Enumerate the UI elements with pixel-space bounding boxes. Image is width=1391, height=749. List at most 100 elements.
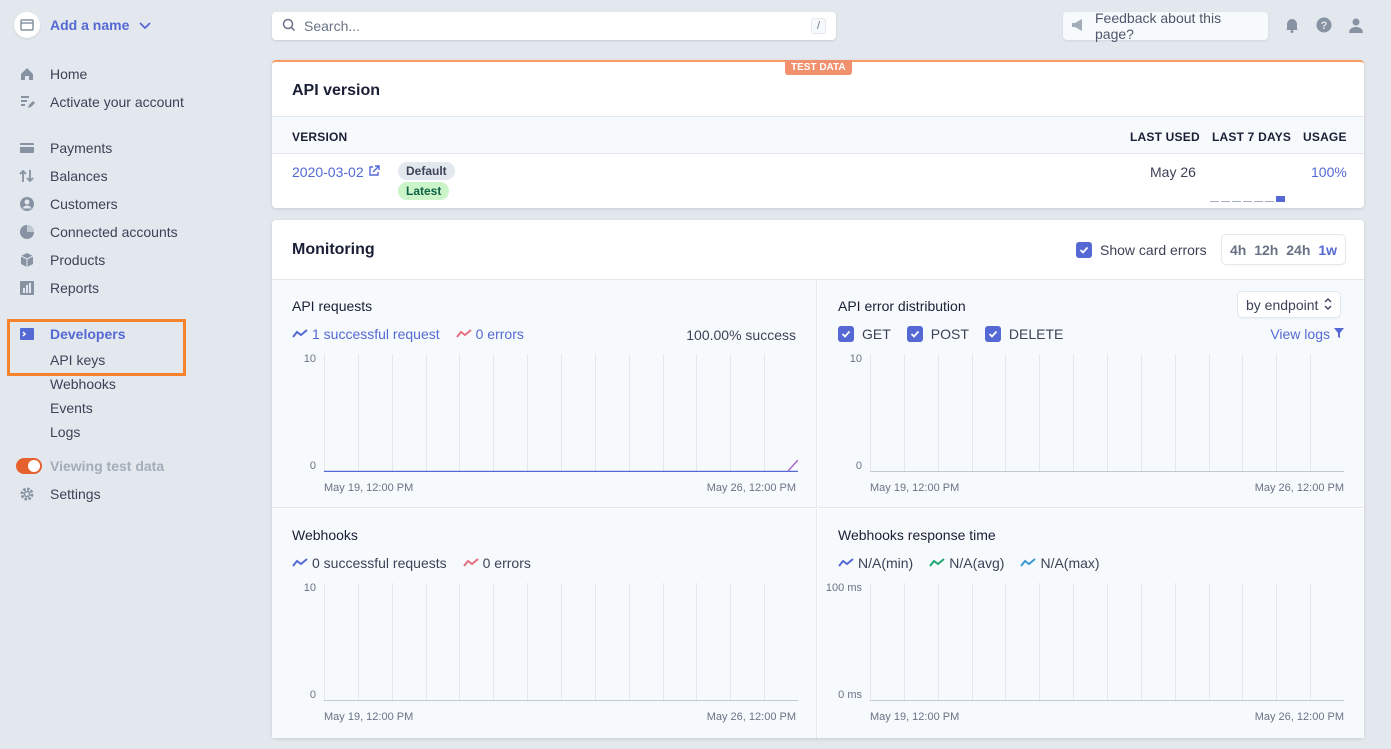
view-logs-label: View logs	[1270, 326, 1330, 342]
account-name: Add a name	[50, 17, 130, 33]
legend-errors-label: 0 errors	[475, 326, 524, 342]
sidebar-item-connected-accounts[interactable]: Connected accounts	[18, 222, 178, 242]
y-tick-max: 100 ms	[825, 582, 862, 594]
range-1w[interactable]: 1w	[1318, 242, 1337, 258]
filter-label: GET	[862, 326, 891, 342]
sidebar-subitem-events[interactable]: Events	[50, 400, 93, 416]
y-tick-min: 0 ms	[838, 689, 862, 701]
sidebar-item-balances[interactable]: Balances	[18, 166, 108, 186]
trend-line-icon	[462, 558, 479, 567]
legend: 0 successful requests 0 errors	[292, 555, 531, 571]
sparkline-bar	[1265, 201, 1274, 202]
webhooks-time-chart	[870, 583, 1344, 701]
account-switcher[interactable]: Add a name	[14, 12, 151, 38]
sidebar-item-products[interactable]: Products	[18, 250, 105, 270]
y-tick-min: 0	[309, 460, 316, 472]
y-tick-max: 10	[303, 582, 316, 594]
sparkline-bar	[1243, 201, 1252, 202]
x-tick-start: May 19, 12:00 PM	[870, 482, 960, 494]
version-link[interactable]: 2020-03-02	[292, 164, 380, 180]
webhooks-response-time-panel: Webhooks response time N/A(min) N/A(avg)…	[818, 509, 1364, 738]
legend-errors[interactable]: 0 errors	[455, 326, 524, 342]
filter-post[interactable]: POST	[906, 326, 969, 342]
filter-delete[interactable]: DELETE	[984, 326, 1064, 342]
y-tick-max: 10	[303, 353, 316, 365]
legend-success[interactable]: 1 successful request	[292, 326, 440, 342]
success-rate: 100.00% success	[686, 327, 796, 343]
sidebar-item-reports[interactable]: Reports	[18, 278, 99, 298]
legend-success[interactable]: 0 successful requests	[292, 555, 447, 571]
x-tick-start: May 19, 12:00 PM	[324, 482, 414, 494]
panel-title: API error distribution	[838, 298, 966, 314]
chevron-down-icon	[139, 17, 151, 33]
x-tick-start: May 19, 12:00 PM	[324, 711, 414, 723]
feedback-button[interactable]: Feedback about this page?	[1063, 10, 1268, 42]
legend-errors-label: 0 errors	[482, 555, 531, 571]
filter-label: DELETE	[1008, 326, 1064, 342]
test-data-toggle[interactable]: Viewing test data	[16, 456, 164, 476]
view-logs-link[interactable]: View logs	[1270, 326, 1344, 342]
sidebar-item-home[interactable]: Home	[18, 64, 87, 84]
panel-title: Webhooks response time	[838, 527, 996, 543]
usage-value[interactable]: 100%	[1311, 164, 1347, 180]
checkbox-checked-icon[interactable]	[906, 326, 923, 342]
sidebar-subitem-webhooks[interactable]: Webhooks	[50, 376, 116, 392]
user-profile-icon[interactable]	[1347, 16, 1365, 34]
notifications-bell-icon[interactable]	[1283, 16, 1301, 34]
col-last-used: LAST USED	[1130, 130, 1200, 144]
filter-get[interactable]: GET	[838, 326, 891, 342]
sidebar-item-label: Payments	[50, 140, 113, 156]
legend-errors[interactable]: 0 errors	[462, 555, 531, 571]
sidebar-item-label: Reports	[50, 280, 100, 296]
api-requests-panel: API requests 1 successful request 0 erro…	[272, 280, 817, 508]
monitoring-title: Monitoring	[292, 241, 375, 258]
gear-icon	[18, 485, 36, 503]
legend-min[interactable]: N/A(min)	[838, 555, 913, 571]
api-requests-chart	[324, 354, 798, 472]
legend-success-label: 1 successful request	[312, 326, 440, 342]
api-errors-chart	[870, 354, 1344, 472]
last-7-days-sparkline	[1210, 196, 1285, 202]
terminal-icon	[18, 325, 36, 343]
legend-min-label: N/A(min)	[858, 555, 914, 571]
range-4h[interactable]: 4h	[1230, 242, 1246, 258]
time-range-selector: 4h 12h 24h 1w	[1222, 235, 1345, 264]
x-tick-end: May 26, 12:00 PM	[706, 711, 796, 723]
sidebar: Add a name Home Activate your account Pa…	[0, 0, 260, 749]
feedback-label: Feedback about this page?	[1095, 10, 1222, 42]
panel-title: API requests	[292, 298, 373, 314]
toggle-switch[interactable]	[16, 458, 42, 474]
sidebar-subitem-api-keys[interactable]: API keys	[50, 352, 105, 368]
sidebar-subitem-logs[interactable]: Logs	[50, 424, 80, 440]
products-icon	[18, 251, 36, 269]
sidebar-item-label: Products	[50, 252, 106, 268]
test-data-badge: TEST DATA	[785, 60, 852, 75]
sidebar-item-payments[interactable]: Payments	[18, 138, 112, 158]
trend-line-icon	[455, 329, 472, 338]
range-24h[interactable]: 24h	[1286, 242, 1310, 258]
checkbox-checked-icon[interactable]	[984, 326, 1001, 342]
api-version-card: TEST DATA API version VERSION LAST USED …	[272, 60, 1364, 208]
default-badge: Default	[398, 162, 455, 180]
search-bar[interactable]: Search... /	[272, 12, 836, 40]
endpoint-select[interactable]: by endpoint	[1238, 292, 1341, 317]
version-value: 2020-03-02	[292, 164, 364, 180]
legend-avg[interactable]: N/A(avg)	[929, 555, 1004, 571]
checkbox-checked-icon[interactable]	[1076, 242, 1092, 258]
checkbox-checked-icon[interactable]	[838, 326, 854, 342]
success-series-point	[787, 459, 798, 472]
api-error-distribution-panel: API error distribution by endpoint GET P…	[818, 280, 1364, 508]
sidebar-item-activate[interactable]: Activate your account	[18, 92, 184, 112]
show-card-errors-toggle[interactable]: Show card errors	[1076, 242, 1207, 258]
sidebar-item-customers[interactable]: Customers	[18, 194, 118, 214]
sidebar-item-label: Customers	[50, 196, 118, 212]
legend-avg-label: N/A(avg)	[949, 555, 1005, 571]
trend-line-icon	[292, 329, 308, 338]
sidebar-item-developers[interactable]: Developers	[18, 324, 125, 344]
range-12h[interactable]: 12h	[1254, 242, 1278, 258]
search-input[interactable]: Search...	[304, 18, 803, 34]
trend-line-icon	[838, 558, 854, 567]
sidebar-item-settings[interactable]: Settings	[18, 484, 101, 504]
legend-max[interactable]: N/A(max)	[1020, 555, 1100, 571]
help-icon[interactable]: ?	[1315, 16, 1333, 34]
